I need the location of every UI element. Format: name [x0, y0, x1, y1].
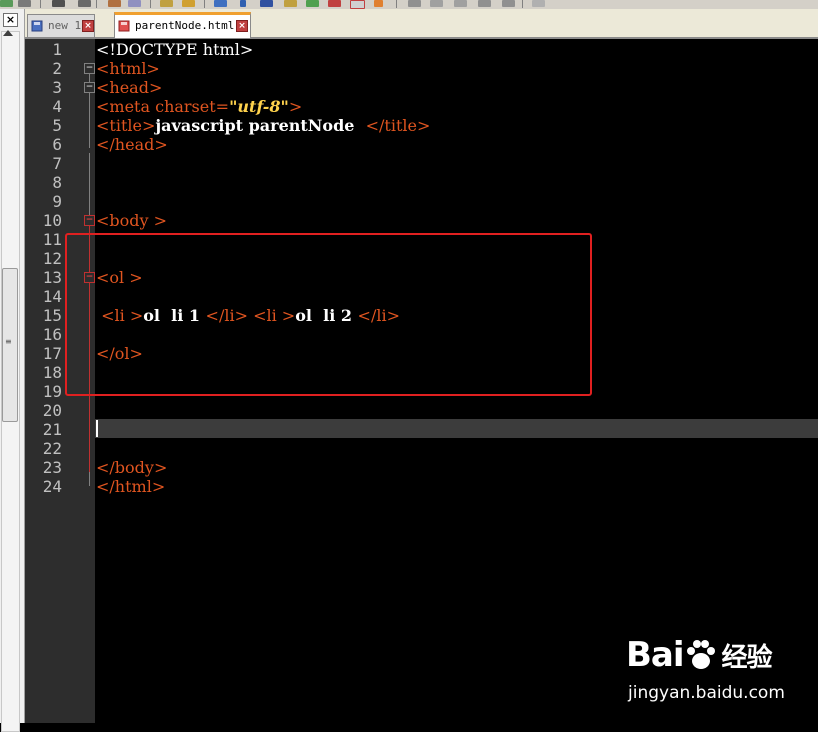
file-icon	[31, 20, 43, 32]
toolbar-icon[interactable]	[502, 0, 515, 7]
code-line-6: </head>	[96, 135, 168, 154]
tag-body-open: <body >	[96, 211, 168, 230]
file-icon	[118, 20, 130, 32]
fold-guide	[89, 472, 90, 486]
indent-icon[interactable]	[284, 0, 297, 7]
toolbar-icon[interactable]	[430, 0, 443, 7]
code-line-1: <!DOCTYPE html>	[96, 40, 253, 59]
tag-html-open: <html>	[96, 59, 160, 78]
title-text: javascript parentNode	[155, 116, 366, 135]
tab-bar: new 1 × parentNode.html ×	[25, 9, 818, 39]
annotation-highlight-box	[65, 233, 592, 396]
paw-icon	[686, 640, 715, 669]
redo-icon[interactable]	[18, 0, 31, 7]
line-number: 18	[42, 363, 62, 382]
toolbar-icon[interactable]	[408, 0, 421, 7]
text-caret	[96, 420, 98, 437]
line-number: 11	[42, 230, 62, 249]
line-number: 8	[52, 173, 62, 192]
toolbar-separator	[522, 0, 523, 8]
line-number: 19	[42, 382, 62, 401]
fold-guide	[89, 73, 90, 82]
tag-head-close: </head>	[96, 135, 168, 154]
copy-icon[interactable]	[128, 0, 141, 7]
line-number: 6	[52, 135, 62, 154]
code-line-23: </body>	[96, 458, 167, 477]
toolbar-separator	[40, 0, 41, 8]
line-number: 12	[42, 249, 62, 268]
tab-close-icon[interactable]: ×	[236, 20, 248, 32]
tab-label: new 1	[48, 19, 82, 32]
code-line-10: <body >	[96, 211, 167, 230]
line-number: 23	[42, 458, 62, 477]
line-number: 20	[42, 401, 62, 420]
save-icon[interactable]	[78, 0, 91, 7]
find-icon[interactable]	[182, 0, 195, 7]
zoom-in-icon[interactable]	[214, 0, 227, 7]
scroll-up-arrow-icon[interactable]	[3, 30, 13, 36]
toolbar-icon[interactable]	[454, 0, 467, 7]
line-number: 17	[42, 344, 62, 363]
line-number: 21	[42, 420, 62, 439]
toolbar-separator	[396, 0, 397, 8]
line-number: 9	[52, 192, 62, 211]
panel-close-icon[interactable]: ×	[3, 13, 18, 27]
line-number: 7	[52, 154, 62, 173]
print-icon[interactable]	[52, 0, 65, 7]
wrap-icon[interactable]	[260, 0, 273, 7]
line-number: 5	[52, 116, 62, 135]
macro-record-icon[interactable]	[306, 0, 319, 7]
watermark-logo-text: Bai	[626, 635, 685, 675]
tab-close-icon[interactable]: ×	[82, 20, 94, 32]
watermark-cn-text: 经验	[721, 643, 773, 673]
toolbar-separator	[150, 0, 151, 8]
line-number: 24	[42, 477, 62, 496]
tag-title-close: </title>	[365, 116, 431, 135]
baidu-jingyan-watermark: Bai 经验 jingyan.baidu.com	[626, 635, 806, 715]
tag-meta-close: >	[288, 97, 303, 116]
line-number: 1	[52, 40, 62, 59]
toolbar-icon[interactable]	[478, 0, 491, 7]
code-line-2: <html>	[96, 59, 160, 78]
line-number: 15	[42, 306, 62, 325]
fold-guide	[89, 92, 90, 148]
paste-icon[interactable]	[160, 0, 173, 7]
code-line-24: </html>	[96, 477, 165, 496]
doctype: <!DOCTYPE html>	[96, 40, 254, 59]
tab-label: parentNode.html	[135, 19, 235, 32]
undo-icon[interactable]	[0, 0, 13, 7]
tab-parentnode-html[interactable]: parentNode.html ×	[114, 12, 251, 38]
tag-head-open: <head>	[96, 78, 163, 97]
watermark-logo: Bai 经验	[626, 635, 773, 675]
line-number: 22	[42, 439, 62, 458]
watermark-url: jingyan.baidu.com	[628, 683, 785, 703]
tag-meta-open: <meta charset=	[96, 97, 230, 116]
cut-icon[interactable]	[108, 0, 121, 7]
toolbar-separator	[96, 0, 97, 8]
line-number: 14	[42, 287, 62, 306]
macro-stop-icon[interactable]	[328, 0, 341, 7]
attr-value: "utf-8"	[229, 97, 289, 116]
scrollbar-grip-icon: ≡	[5, 337, 12, 346]
tag-title-open: <title>	[96, 116, 156, 135]
current-line-highlight	[95, 419, 818, 438]
toolbar-separator	[204, 0, 205, 8]
fold-guide	[89, 153, 90, 215]
code-line-4: <meta charset="utf-8">	[96, 97, 302, 116]
zoom-out-icon[interactable]	[240, 0, 246, 7]
code-line-5: <title>javascript parentNode </title>	[96, 116, 430, 135]
line-number: 10	[42, 211, 62, 230]
tab-new-1[interactable]: new 1 ×	[27, 14, 95, 37]
tag-body-close: </body>	[96, 458, 168, 477]
line-number: 16	[42, 325, 62, 344]
macro-play-icon[interactable]	[350, 0, 365, 9]
line-number: 2	[52, 59, 62, 78]
line-number: 3	[52, 78, 62, 97]
line-number: 4	[52, 97, 62, 116]
toolbar-icon[interactable]	[532, 0, 545, 7]
macro-save-icon[interactable]	[374, 0, 383, 7]
line-number: 13	[42, 268, 62, 287]
tag-html-close: </html>	[96, 477, 166, 496]
code-line-3: <head>	[96, 78, 162, 97]
